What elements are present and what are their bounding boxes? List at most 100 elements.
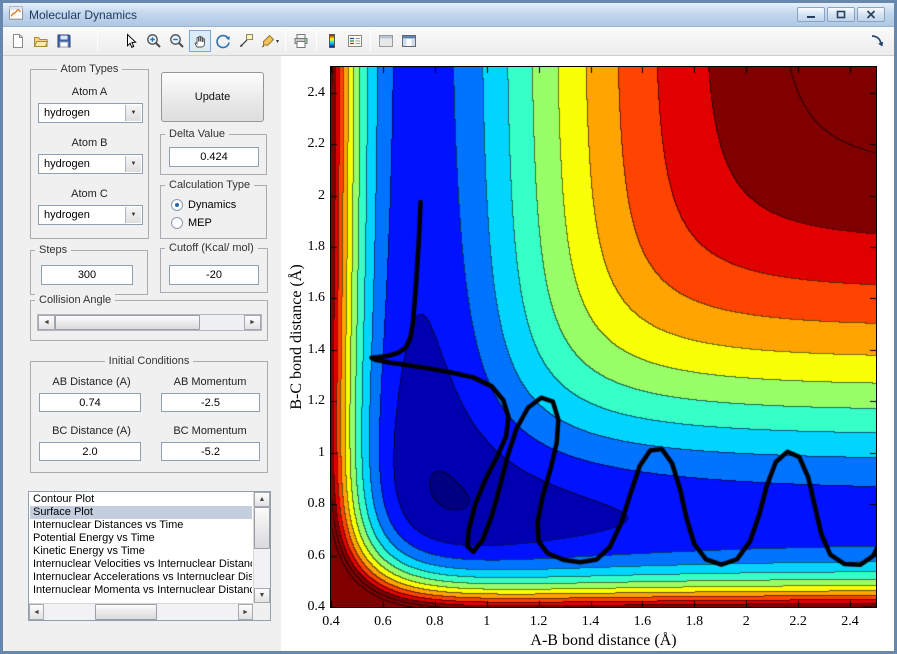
scroll-down-arrow-icon[interactable]: ▼ xyxy=(254,588,270,603)
contour-axes[interactable] xyxy=(330,66,877,608)
minimize-button[interactable] xyxy=(797,7,825,22)
ab-momentum-field[interactable] xyxy=(161,393,260,412)
atom-c-dropdown[interactable]: hydrogen ▼ xyxy=(38,205,143,225)
x-tick-label: 2.4 xyxy=(841,614,859,629)
list-item[interactable]: Contour Plot xyxy=(30,493,252,506)
figure-toolbar: ▾ xyxy=(3,27,894,56)
listbox-vertical-scrollbar[interactable]: ▲ ▼ xyxy=(253,492,270,603)
y-tick-label: 2.4 xyxy=(307,84,326,100)
x-tick-label: 1.6 xyxy=(633,614,652,629)
ab-distance-label: AB Distance (A) xyxy=(52,376,131,388)
cutoff-group: Cutoff (Kcal/ mol) xyxy=(160,242,268,293)
radio-circle-icon xyxy=(171,217,183,229)
open-file-button[interactable] xyxy=(30,30,52,52)
list-item[interactable]: Kinetic Energy vs Time xyxy=(30,545,252,558)
y-tick-label: 0.4 xyxy=(307,599,326,614)
list-item[interactable]: Surface Plot xyxy=(30,506,252,519)
radio-option-mep[interactable]: MEP xyxy=(171,214,262,232)
potential-energy-surface-canvas[interactable] xyxy=(331,67,876,607)
y-tick-label: 1 xyxy=(318,444,325,460)
steps-group: Steps xyxy=(30,244,148,295)
print-button[interactable] xyxy=(290,30,312,52)
window-controls xyxy=(797,7,889,22)
radio-circle-icon xyxy=(171,199,183,211)
plot-type-listbox[interactable]: Contour Plot Surface Plot Internuclear Dis… xyxy=(28,491,271,621)
titlebar[interactable]: Molecular Dynamics xyxy=(3,3,894,27)
bc-distance-field[interactable] xyxy=(39,442,141,461)
dropdown-arrow-icon[interactable]: ▼ xyxy=(125,105,141,121)
list-item[interactable]: Internuclear Velocities vs Internuclear … xyxy=(30,558,252,571)
bc-distance-label: BC Distance (A) xyxy=(52,425,131,437)
hide-plot-tools-button[interactable] xyxy=(375,30,397,52)
atom-c-value: hydrogen xyxy=(44,209,90,221)
new-figure-button[interactable] xyxy=(7,30,29,52)
print-icon xyxy=(293,33,309,49)
scrollbar-corner xyxy=(253,603,270,620)
atom-a-dropdown[interactable]: hydrogen ▼ xyxy=(38,103,143,123)
radio-label: Dynamics xyxy=(188,199,237,211)
scroll-up-arrow-icon[interactable]: ▲ xyxy=(254,492,270,507)
app-window: Molecular Dynamics ▾ Atom Types Atom A h… xyxy=(0,0,897,654)
atom-b-dropdown[interactable]: hydrogen ▼ xyxy=(38,154,143,174)
scroll-right-arrow-icon[interactable]: ► xyxy=(238,604,253,620)
close-button[interactable] xyxy=(857,7,885,22)
zoom-in-button[interactable] xyxy=(143,30,165,52)
dropdown-arrow-icon[interactable]: ▼ xyxy=(125,207,141,223)
update-button[interactable]: Update xyxy=(161,72,264,122)
radio-label: MEP xyxy=(188,217,212,229)
dock-figure-arrow-icon xyxy=(869,33,885,49)
slider-thumb[interactable] xyxy=(55,315,200,330)
x-tick-label: 2.2 xyxy=(789,614,807,629)
toolbar-separator xyxy=(97,31,98,51)
atom-b-label: Atom B xyxy=(71,137,108,149)
listbox-horizontal-scrollbar[interactable]: ◄ ► xyxy=(29,603,253,620)
zoom-out-button[interactable] xyxy=(166,30,188,52)
y-tick-label: 1.6 xyxy=(307,290,326,306)
cutoff-field[interactable] xyxy=(169,265,259,285)
list-item[interactable]: Internuclear Distances vs Time xyxy=(30,519,252,532)
steps-title: Steps xyxy=(35,244,72,256)
brush-button[interactable]: ▾ xyxy=(258,30,281,52)
delta-value-field[interactable] xyxy=(169,147,259,167)
cutoff-title: Cutoff (Kcal/ mol) xyxy=(165,242,258,254)
show-plot-tools-button[interactable] xyxy=(398,30,420,52)
data-cursor-button[interactable] xyxy=(235,30,257,52)
close-icon xyxy=(866,10,876,19)
atom-a-label: Atom A xyxy=(71,86,108,98)
horizontal-scroll-thumb[interactable] xyxy=(95,604,157,620)
data-cursor-icon xyxy=(238,33,254,49)
dock-figure-arrow-button[interactable] xyxy=(866,30,888,52)
collision-angle-slider[interactable]: ◄ ► xyxy=(37,314,262,331)
list-item[interactable]: Internuclear Momenta vs Internuclear Dis… xyxy=(30,584,252,597)
list-item[interactable]: Potential Energy vs Time xyxy=(30,532,252,545)
initial-conditions-title: Initial Conditions xyxy=(104,355,194,367)
vertical-scroll-thumb[interactable] xyxy=(254,507,270,549)
collision-angle-title: Collision Angle xyxy=(35,294,116,306)
dropdown-arrow-icon[interactable]: ▼ xyxy=(125,156,141,172)
minimize-icon xyxy=(807,16,815,18)
insert-legend-button[interactable] xyxy=(344,30,366,52)
list-item[interactable]: Internuclear Accelerations vs Internucle… xyxy=(30,571,252,584)
y-axis-label: B-C bond distance (Å) xyxy=(288,264,305,410)
edit-plot-button[interactable] xyxy=(120,30,142,52)
x-tick-label: 0.8 xyxy=(426,614,444,629)
scroll-left-arrow-icon[interactable]: ◄ xyxy=(29,604,44,620)
ab-distance-field[interactable] xyxy=(39,393,141,412)
brush-icon xyxy=(260,33,276,49)
slider-left-arrow-icon[interactable]: ◄ xyxy=(38,315,55,330)
restore-icon xyxy=(836,10,846,19)
save-figure-button[interactable] xyxy=(53,30,75,52)
rotate-3d-button[interactable] xyxy=(212,30,234,52)
toolbar-separator xyxy=(285,31,287,51)
restore-button[interactable] xyxy=(827,7,855,22)
x-tick-label: 1.2 xyxy=(529,614,548,629)
initial-conditions-group: Initial Conditions AB Distance (A) AB Mo… xyxy=(30,355,268,473)
x-tick-label: 1.4 xyxy=(581,614,600,629)
window-icon xyxy=(8,5,24,24)
bc-momentum-field[interactable] xyxy=(161,442,260,461)
insert-colorbar-button[interactable] xyxy=(321,30,343,52)
steps-field[interactable] xyxy=(41,265,133,285)
pan-button[interactable] xyxy=(189,30,211,52)
slider-right-arrow-icon[interactable]: ► xyxy=(244,315,261,330)
radio-option-dynamics[interactable]: Dynamics xyxy=(171,196,262,214)
